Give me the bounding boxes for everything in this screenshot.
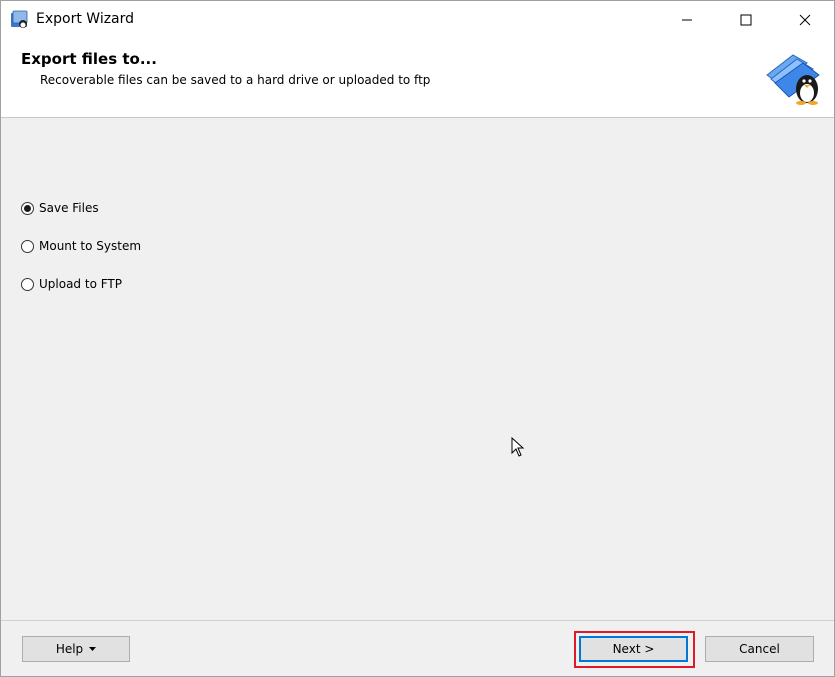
option-mount-to-system[interactable]: Mount to System xyxy=(21,236,141,256)
export-wizard-window: Export Wizard Export files to... Recover… xyxy=(0,0,835,677)
minimize-button[interactable] xyxy=(658,1,716,39)
page-subtitle: Recoverable files can be saved to a hard… xyxy=(40,73,431,87)
next-button[interactable]: Next > xyxy=(579,636,688,662)
linux-folder-logo-icon xyxy=(766,54,820,105)
help-button-label: Help xyxy=(55,642,84,656)
option-label: Mount to System xyxy=(39,239,142,253)
save-files-radio[interactable] xyxy=(21,201,34,215)
cancel-button-label: Cancel xyxy=(739,642,780,656)
maximize-icon xyxy=(740,14,752,26)
upload-to-ftp-radio[interactable] xyxy=(21,277,34,291)
option-save-files[interactable]: Save Files xyxy=(21,198,99,218)
close-icon xyxy=(799,14,811,26)
help-button[interactable]: Help xyxy=(22,636,130,662)
mount-to-system-radio[interactable] xyxy=(21,239,34,253)
close-button[interactable] xyxy=(776,1,834,39)
window-title: Export Wizard xyxy=(36,11,135,27)
next-button-label: Next > xyxy=(612,642,655,656)
app-icon xyxy=(11,10,28,28)
cancel-button[interactable]: Cancel xyxy=(705,636,814,662)
maximize-button[interactable] xyxy=(717,1,775,39)
wizard-header: Export files to... Recoverable files can… xyxy=(1,39,834,118)
mouse-cursor-icon xyxy=(511,437,525,457)
title-bar[interactable]: Export Wizard xyxy=(1,1,834,39)
footer-divider xyxy=(1,620,834,621)
caret-down-icon xyxy=(89,647,97,651)
option-upload-to-ftp[interactable]: Upload to FTP xyxy=(21,274,122,294)
option-label: Save Files xyxy=(39,201,99,215)
page-title: Export files to... xyxy=(21,50,157,68)
option-label: Upload to FTP xyxy=(39,277,122,291)
minimize-icon xyxy=(682,19,692,21)
